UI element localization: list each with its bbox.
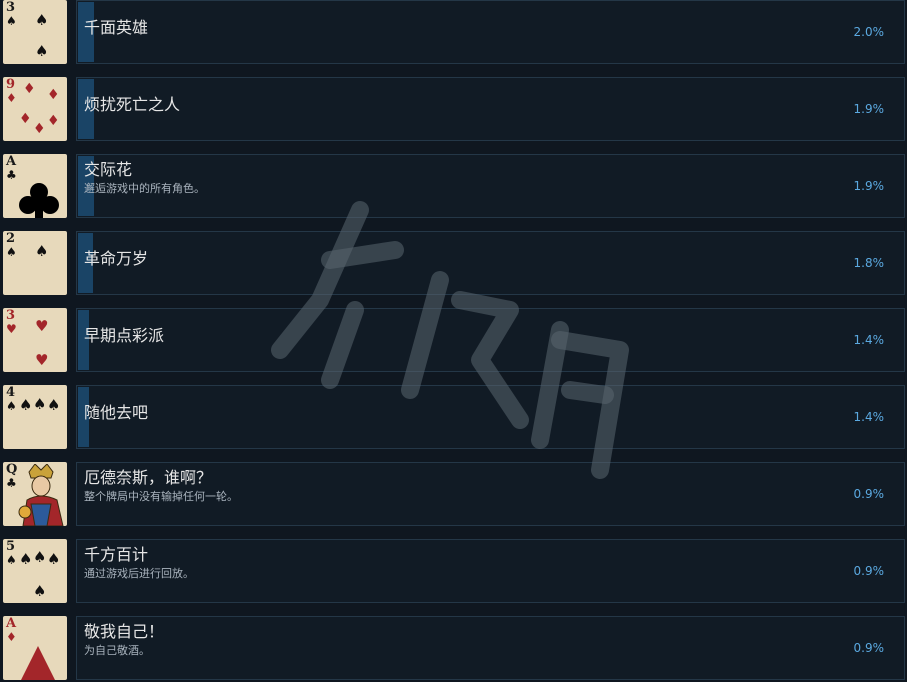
card-suit: ♠ <box>6 553 17 567</box>
achievement-title: 厄德奈斯，谁啊？ <box>84 468 213 487</box>
card-pip: ♦ <box>19 111 32 127</box>
achievement-row[interactable]: 4 ♠ ♠ ♠ ♠ 随他去吧 1.4% <box>0 385 907 451</box>
card-pip: ♠ <box>47 396 61 414</box>
card-suit: ♠ <box>6 399 17 413</box>
achievement-row[interactable]: 5 ♠ ♠ ♠ ♠ ♠ 千方百计 通过游戏后进行回放。 0.9% <box>0 539 907 605</box>
card-suit: ♦ <box>6 91 17 105</box>
card-pip: ♥ <box>35 351 49 369</box>
achievement-percent: 1.9% <box>853 179 885 193</box>
card-pip: ♠ <box>33 395 47 413</box>
card-rank: 3 <box>6 308 16 323</box>
achievement-panel: 敬我自己！ 为自己敬酒。 0.9% <box>76 616 905 680</box>
achievement-percent: 0.9% <box>853 564 885 578</box>
card-suit: ♣ <box>6 476 17 490</box>
card-pip: ♦ <box>47 87 60 103</box>
achievement-card-icon: 2 ♠ ♠ <box>3 231 67 295</box>
achievement-row[interactable]: A ♦ 敬我自己！ 为自己敬酒。 0.9% <box>0 616 907 682</box>
queen-portrait-icon <box>18 464 64 526</box>
card-suit: ♣ <box>6 168 17 182</box>
achievement-panel: 烦扰死亡之人 1.9% <box>76 77 905 141</box>
card-suit: ♠ <box>6 14 17 28</box>
achievement-title: 千面英雄 <box>84 18 149 37</box>
achievement-card-icon: A ♦ <box>3 616 67 680</box>
achievement-title: 敬我自己！ <box>84 622 165 641</box>
achievement-row[interactable]: Q ♣ 厄德奈斯，谁啊？ 整个牌局中没有输掉任何一轮。 0.9% <box>0 462 907 528</box>
achievement-panel: 千面英雄 2.0% <box>76 0 905 64</box>
card-pip: ♠ <box>35 242 49 260</box>
achievement-title: 早期点彩派 <box>84 326 165 345</box>
card-pip: ♠ <box>19 550 33 568</box>
card-rank: A <box>6 616 17 631</box>
card-pip: ♠ <box>33 582 47 600</box>
achievement-row[interactable]: 3 ♥ ♥ ♥ 早期点彩派 1.4% <box>0 308 907 374</box>
achievement-panel: 交际花 邂逅游戏中的所有角色。 1.9% <box>76 154 905 218</box>
card-pip: ♦ <box>47 113 60 129</box>
card-pip: ♠ <box>33 548 47 566</box>
achievement-card-icon: 3 ♥ ♥ ♥ <box>3 308 67 372</box>
achievement-percent: 1.8% <box>853 256 885 270</box>
achievement-percent: 2.0% <box>853 25 885 39</box>
achievement-percent: 0.9% <box>853 641 885 655</box>
card-rank: 2 <box>6 231 16 246</box>
card-rank: A <box>6 154 17 169</box>
card-rank: Q <box>6 462 18 477</box>
achievement-percent: 0.9% <box>853 487 885 501</box>
achievement-title: 随他去吧 <box>84 403 149 422</box>
card-rank: 3 <box>6 0 16 15</box>
achievement-card-icon: 4 ♠ ♠ ♠ ♠ <box>3 385 67 449</box>
achievement-row[interactable]: 9 ♦ ♦ ♦ ♦ ♦ ♦ 烦扰死亡之人 1.9% <box>0 77 907 143</box>
card-suit: ♥ <box>6 322 17 336</box>
card-rank: 4 <box>6 385 16 400</box>
achievement-row[interactable]: 3 ♠ ♠ ♠ 千面英雄 2.0% <box>0 0 907 66</box>
card-pip: ♥ <box>35 317 49 335</box>
card-pip: ♦ <box>33 121 46 137</box>
achievement-card-icon: 3 ♠ ♠ ♠ <box>3 0 67 64</box>
club-icon <box>19 183 59 218</box>
achievement-panel: 早期点彩派 1.4% <box>76 308 905 372</box>
achievement-panel: 革命万岁 1.8% <box>76 231 905 295</box>
achievement-panel: 厄德奈斯，谁啊？ 整个牌局中没有输掉任何一轮。 0.9% <box>76 462 905 526</box>
achievement-title: 千方百计 <box>84 545 149 564</box>
achievement-card-icon: Q ♣ <box>3 462 67 526</box>
achievement-title: 革命万岁 <box>84 249 149 268</box>
card-pip: ♠ <box>35 42 49 60</box>
card-rank: 9 <box>6 77 16 92</box>
diamond-icon <box>21 646 55 680</box>
achievement-panel: 千方百计 通过游戏后进行回放。 0.9% <box>76 539 905 603</box>
achievement-row[interactable]: 2 ♠ ♠ 革命万岁 1.8% <box>0 231 907 297</box>
achievement-description: 为自己敬酒。 <box>84 644 150 657</box>
achievement-percent: 1.4% <box>853 333 885 347</box>
achievement-row[interactable]: A ♣ 交际花 邂逅游戏中的所有角色。 1.9% <box>0 154 907 220</box>
achievement-description: 通过游戏后进行回放。 <box>84 567 194 580</box>
achievement-title: 烦扰死亡之人 <box>84 95 181 114</box>
card-pip: ♦ <box>23 81 36 97</box>
achievement-card-icon: 9 ♦ ♦ ♦ ♦ ♦ ♦ <box>3 77 67 141</box>
achievement-description: 邂逅游戏中的所有角色。 <box>84 182 205 195</box>
card-pip: ♠ <box>47 550 61 568</box>
achievement-percent: 1.4% <box>853 410 885 424</box>
achievement-description: 整个牌局中没有输掉任何一轮。 <box>84 490 238 503</box>
card-suit: ♦ <box>6 630 17 644</box>
card-rank: 5 <box>6 539 16 554</box>
card-suit: ♠ <box>6 245 17 259</box>
achievement-card-icon: 5 ♠ ♠ ♠ ♠ ♠ <box>3 539 67 603</box>
achievement-percent: 1.9% <box>853 102 885 116</box>
card-pip: ♠ <box>19 396 33 414</box>
achievement-panel: 随他去吧 1.4% <box>76 385 905 449</box>
achievement-card-icon: A ♣ <box>3 154 67 218</box>
achievement-title: 交际花 <box>84 160 133 179</box>
card-pip: ♠ <box>35 11 49 29</box>
